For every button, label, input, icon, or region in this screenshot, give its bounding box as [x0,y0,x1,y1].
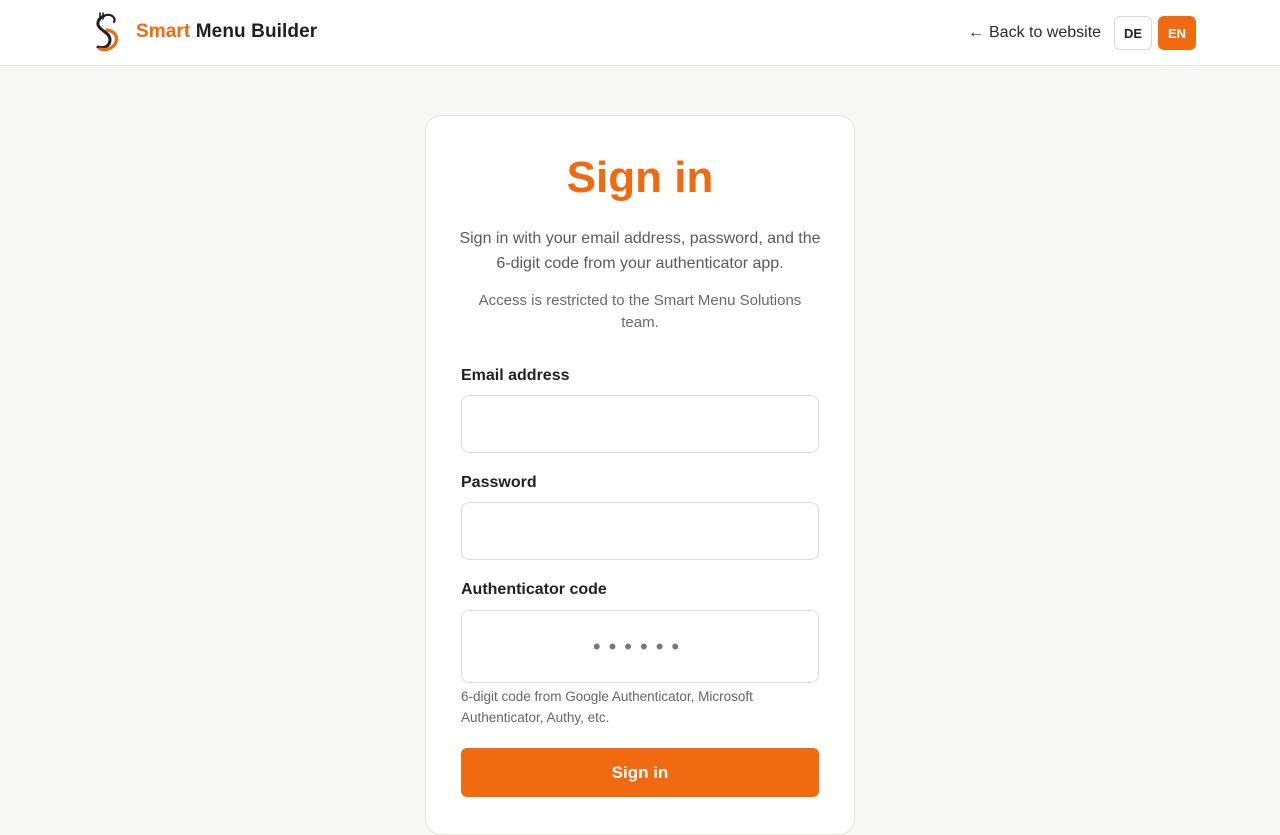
back-to-website-label: Back to website [989,24,1102,41]
back-to-website-link[interactable]: ← Back to website [968,20,1101,46]
brand-name-accent: Smart [136,21,191,42]
authenticator-code-field[interactable] [461,610,819,683]
authenticator-code-help: 6-digit code from Google Authenticator, … [461,689,753,725]
password-field[interactable] [461,502,819,560]
email-field[interactable] [461,395,819,453]
password-label: Password [461,474,537,491]
authenticator-code-label: Authenticator code [461,581,607,598]
language-de-button[interactable]: DE [1114,16,1152,50]
brand[interactable]: Smart Menu Builder [90,12,317,52]
brand-name-rest: Menu Builder [195,21,318,42]
page-title: Sign in [566,153,714,202]
brand-name: Smart Menu Builder [136,21,317,43]
access-note: Access is restricted to the Smart Menu S… [478,292,802,331]
top-header: Smart Menu Builder ← Back to website DE … [0,0,1280,66]
intro-text: Sign in with your email address, passwor… [459,230,821,272]
language-en-button[interactable]: EN [1158,16,1196,50]
arrow-left-icon: ← [968,24,984,41]
email-label: Email address [461,367,570,384]
brand-logo-icon [96,12,119,52]
sign-in-button[interactable]: Sign in [461,748,819,797]
